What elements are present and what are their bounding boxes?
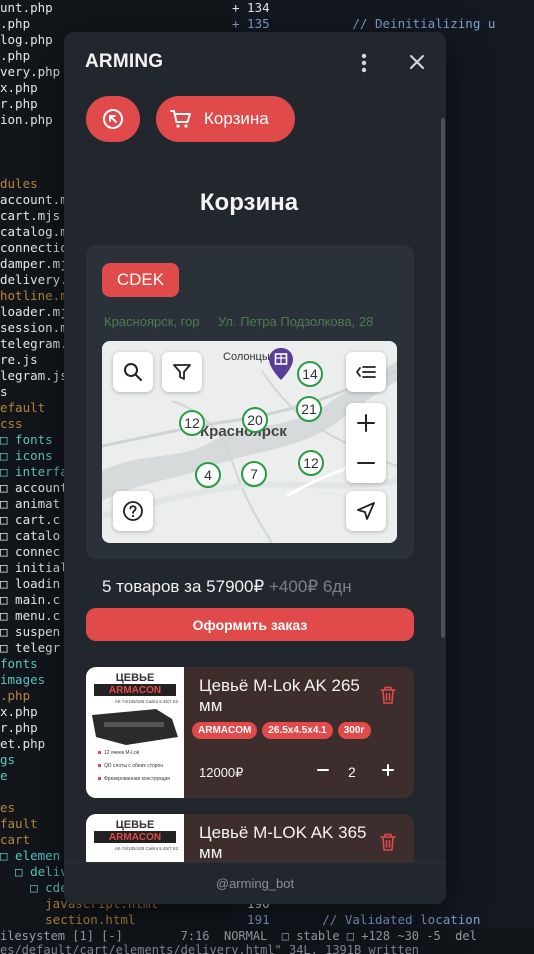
pickup-map[interactable]: Солонцы Красноярск 14 12 20 21 12 4 7 bbox=[102, 341, 397, 543]
pickup-point-pin-icon[interactable] bbox=[268, 347, 294, 381]
product-tag: 26.5x4.5x4.1 bbox=[262, 722, 333, 739]
help-icon bbox=[123, 501, 143, 521]
product-tags: ARMACOM 26.5x4.5x4.1 300г bbox=[192, 722, 371, 739]
map-help-button[interactable] bbox=[113, 491, 153, 531]
more-menu-icon[interactable] bbox=[354, 50, 374, 76]
page-title: Корзина bbox=[199, 189, 299, 216]
image-heading-text: ЦЕВЬЕ bbox=[116, 672, 155, 684]
map-cluster-marker[interactable]: 14 bbox=[297, 361, 323, 387]
code-line: .php bbox=[0, 16, 31, 31]
image-feature: QD слоты с обеих сторон bbox=[104, 763, 163, 769]
search-icon bbox=[124, 363, 142, 381]
cart-button[interactable]: Корзина bbox=[156, 96, 295, 142]
image-feature: Фрезерованная конструкция bbox=[104, 776, 170, 782]
product-tag: ARMACOM bbox=[192, 722, 258, 739]
map-cluster-marker[interactable]: 12 bbox=[298, 450, 324, 476]
zoom-in-icon[interactable] bbox=[357, 414, 375, 432]
image-models-text: АК-74/105/105 Сайга 5.45/7.62 bbox=[115, 845, 179, 851]
product-tag: 300г bbox=[337, 722, 371, 739]
trash-icon[interactable] bbox=[379, 685, 397, 705]
map-cluster-marker[interactable]: 20 bbox=[242, 407, 268, 433]
map-district-label: Солонцы bbox=[223, 351, 270, 363]
image-brand-text: ARMACON bbox=[109, 832, 161, 843]
image-brand-text: ARMACON bbox=[109, 685, 161, 696]
map-cluster-marker[interactable]: 21 bbox=[296, 396, 322, 422]
product-image-art: ЦЕВЬЕ ARMACON АК-74/105/105 Сайга 5.45/7… bbox=[86, 667, 184, 798]
product-price: 12000₽ bbox=[199, 765, 244, 780]
map-cluster-marker[interactable]: 4 bbox=[195, 462, 221, 488]
code-line: + 134 bbox=[232, 0, 270, 15]
navigation-arrow-icon bbox=[357, 502, 375, 520]
code-line: 191 // Validated location bbox=[232, 912, 481, 927]
trash-icon[interactable] bbox=[379, 832, 397, 852]
code-line: unt.php bbox=[0, 0, 53, 15]
cart-icon bbox=[170, 110, 191, 128]
code-line: section.html bbox=[0, 912, 136, 927]
product-image[interactable]: ЦЕВЬЕ ARMACON АК-74/105/105 Сайга 5.45/7… bbox=[86, 667, 184, 798]
back-arrow-icon bbox=[103, 109, 123, 129]
image-feature: 12 ячеек M-Lok bbox=[104, 750, 140, 756]
mini-app-window: ARMING Корзина Корзина CDEK Красноярск, … bbox=[64, 32, 446, 904]
back-button[interactable] bbox=[86, 96, 140, 142]
map-cluster-marker[interactable]: 7 bbox=[241, 461, 267, 487]
window-header: ARMING bbox=[64, 32, 446, 92]
map-cluster-marker[interactable]: 12 bbox=[179, 410, 205, 436]
delivery-card: CDEK Красноярск, гор Ул. Петра Подзолков… bbox=[86, 245, 414, 559]
map-list-button[interactable] bbox=[346, 352, 386, 392]
plus-icon[interactable] bbox=[381, 763, 395, 777]
code-line: + 135 // Deinitializing u bbox=[232, 16, 496, 31]
cart-item: ЦЕВЬЕ ARMACON АК-74/105/105 Сайга 5.45/7… bbox=[86, 667, 414, 798]
minus-icon[interactable] bbox=[316, 763, 330, 777]
bot-username-footer: @arming_bot bbox=[64, 862, 446, 904]
editor-statusbar: ilesystem [1] [-] 7:16 NORMAL □ stable □… bbox=[0, 928, 534, 954]
list-collapse-icon bbox=[356, 366, 376, 378]
close-icon[interactable] bbox=[407, 52, 427, 72]
order-summary: 5 товаров за 57900₽ +400₽ 6дн bbox=[102, 577, 352, 597]
product-title[interactable]: Цевьё M-LOK AK 365 мм bbox=[199, 823, 369, 863]
command-line: es/default/cart/elements/delivery.html" … bbox=[0, 943, 420, 954]
map-filter-button[interactable] bbox=[162, 352, 202, 392]
scrollbar[interactable] bbox=[441, 118, 445, 638]
product-title[interactable]: Цевьё M-Lok AK 265 мм bbox=[199, 676, 369, 716]
delivery-provider-button[interactable]: CDEK bbox=[102, 263, 179, 297]
zoom-icons bbox=[357, 414, 375, 464]
quantity-value: 2 bbox=[348, 764, 356, 780]
cart-button-label: Корзина bbox=[204, 109, 269, 128]
summary-delivery: +400₽ 6дн bbox=[268, 577, 352, 596]
map-geolocation-button[interactable] bbox=[346, 491, 386, 531]
delivery-city: Красноярск, гор bbox=[104, 314, 200, 329]
summary-total: 5 товаров за 57900₽ bbox=[102, 577, 265, 596]
checkout-button[interactable]: Оформить заказ bbox=[86, 608, 414, 641]
image-heading-text: ЦЕВЬЕ bbox=[116, 819, 155, 831]
map-zoom-control bbox=[346, 403, 386, 483]
delivery-street: Ул. Петра Подзолкова, 28 bbox=[218, 314, 374, 329]
image-models-text: АК-74/105/105 Сайга 5.45/7.62 bbox=[115, 698, 179, 704]
app-title: ARMING bbox=[85, 51, 164, 72]
map-search-button[interactable] bbox=[113, 352, 153, 392]
filter-icon bbox=[173, 364, 191, 380]
